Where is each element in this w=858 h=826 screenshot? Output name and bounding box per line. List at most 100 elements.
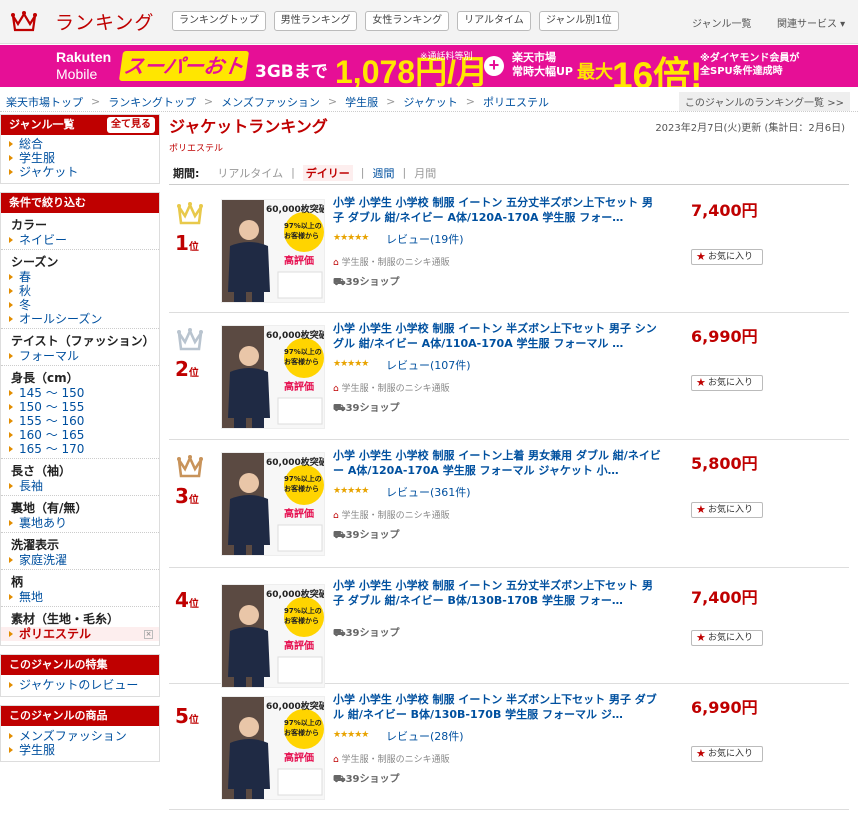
genre-ranking-list-link[interactable]: このジャンルのランキング一覧 >>	[678, 92, 850, 111]
crumb-rakuten-top[interactable]: 楽天市場トップ	[6, 94, 83, 110]
truck-icon: ⛟	[333, 628, 346, 639]
nav-genre-first[interactable]: ジャンル別1位	[538, 11, 619, 31]
shop-name[interactable]: ⌂ 学生服・制服のニシキ通販	[333, 752, 450, 765]
see-all-button[interactable]: 全て見る	[107, 117, 155, 133]
thumb-rate: 高評価	[284, 254, 314, 267]
promo-banner[interactable]: Rakuten Mobile スーパーおトク 3GBまで 1,078円/月 ※通…	[0, 45, 858, 87]
rank-crown-icon	[177, 327, 203, 351]
thumb-line1: 97%以上の	[284, 606, 322, 615]
product-title[interactable]: 小学 小学生 小学校 制服 イートン 半ズボン上下セット 男子 シングル 紺/ネ…	[333, 321, 663, 351]
banner-ichiba: 楽天市場 常時大幅UP	[512, 51, 573, 78]
product-title[interactable]: 小学 小学生 小学校 制服 イートン 五分丈半ズボン上下セット 男子 ダブル 紺…	[333, 195, 663, 225]
page-subtitle: ポリエステル	[169, 144, 224, 154]
thumb-sold-text: 60,000枚突破	[266, 203, 325, 215]
review-link[interactable]: レビュー(19件)	[386, 231, 464, 247]
plus-icon: +	[484, 56, 504, 76]
rating-stars-icon: ★★★★★	[333, 730, 369, 740]
thumb-line2: お客様から	[284, 484, 319, 493]
shop-name[interactable]: ⌂ 学生服・制服のニシキ通販	[333, 381, 450, 394]
divider	[1, 606, 159, 607]
product-thumbnail[interactable]: 60,000枚突破 97%以上の お客様から 高評価	[221, 452, 325, 556]
filter-option[interactable]: 145 ～ 150	[1, 386, 159, 400]
filter-option[interactable]: 無地	[1, 590, 159, 604]
thumb-line2: お客様から	[284, 616, 319, 625]
filter-option[interactable]: 秋	[1, 284, 159, 298]
shipping-badge: ⛟39ショップ	[333, 403, 400, 414]
review-link[interactable]: レビュー(361件)	[386, 484, 471, 500]
product-genre-item[interactable]: メンズファッション	[1, 729, 159, 743]
filter-option[interactable]: ネイビー	[1, 233, 159, 247]
product-price: 7,400円	[691, 588, 758, 607]
favorite-button[interactable]: お気に入り	[691, 746, 763, 762]
rank-number: 4位	[175, 588, 199, 612]
filter-option[interactable]: 長袖	[1, 479, 159, 493]
shop-name[interactable]: ⌂ 学生服・制服のニシキ通販	[333, 508, 450, 521]
banner-brand-sub: Mobile	[56, 66, 98, 82]
period-weekly[interactable]: 週間	[373, 165, 395, 181]
favorite-button[interactable]: お気に入り	[691, 375, 763, 391]
banner-multiplier: 16倍!	[612, 55, 703, 87]
banner-data: 3GBまで	[255, 62, 328, 82]
genre-item[interactable]: ジャケット	[1, 165, 159, 179]
genre-item[interactable]: 学生服	[1, 151, 159, 165]
genre-item[interactable]: 総合	[1, 137, 159, 151]
feature-item[interactable]: ジャケットのレビュー	[1, 678, 159, 692]
crumb-ranking-top[interactable]: ランキングトップ	[108, 94, 196, 110]
review-link[interactable]: レビュー(28件)	[386, 728, 464, 744]
thumb-line2: お客様から	[284, 357, 319, 366]
shop-icon: ⌂	[333, 755, 339, 765]
filter-option[interactable]: 春	[1, 270, 159, 284]
related-services-link[interactable]: 関連サービス ▾	[777, 15, 845, 30]
product-thumbnail[interactable]: 60,000枚突破 97%以上の お客様から 高評価	[221, 325, 325, 429]
product-genre-item[interactable]: 学生服	[1, 743, 159, 757]
filter-option[interactable]: 裏地あり	[1, 516, 159, 530]
filter-category: 洗濯表示	[11, 538, 60, 552]
rank-number: 3位	[175, 484, 199, 508]
nav-male[interactable]: 男性ランキング	[273, 11, 358, 31]
product-title[interactable]: 小学 小学生 小学校 制服 イートン上着 男女兼用 ダブル 紺/ネイビー A体/…	[333, 448, 663, 478]
product-thumbnail[interactable]: 60,000枚突破 97%以上の お客様から 高評価	[221, 584, 325, 688]
nav-realtime[interactable]: リアルタイム	[457, 11, 531, 31]
thumb-sold-text: 60,000枚突破	[266, 588, 325, 600]
product-thumbnail[interactable]: 60,000枚突破 97%以上の お客様から 高評価	[221, 696, 325, 800]
period-daily[interactable]: デイリー	[302, 164, 353, 181]
filter-option[interactable]: オールシーズン	[1, 312, 159, 326]
filter-option[interactable]: 155 ～ 160	[1, 414, 159, 428]
filter-option[interactable]: 160 ～ 165	[1, 428, 159, 442]
filter-option[interactable]: フォーマル	[1, 349, 159, 363]
crumb-uniform[interactable]: 学生服	[345, 94, 378, 110]
nav-ranking-top[interactable]: ランキングトップ	[172, 11, 266, 31]
crumb-jacket[interactable]: ジャケット	[403, 94, 457, 110]
truck-icon: ⛟	[333, 774, 346, 785]
filter-category: 素材（生地・毛糸）	[11, 612, 120, 626]
shop-icon: ⌂	[333, 258, 339, 268]
rank-crown-icon	[177, 201, 203, 225]
product-title[interactable]: 小学 小学生 小学校 制服 イートン 五分丈半ズボン上下セット 男子 ダブル 紺…	[333, 578, 663, 608]
favorite-button[interactable]: お気に入り	[691, 249, 763, 265]
filter-option[interactable]: ポリエステル ×	[1, 627, 159, 641]
top-nav: ランキングトップ 男性ランキング 女性ランキング リアルタイム ジャンル別1位	[172, 11, 627, 31]
crumb-polyester[interactable]: ポリエステル	[483, 94, 549, 110]
filter-option[interactable]: 冬	[1, 298, 159, 312]
genre-list-link[interactable]: ジャンル一覧	[692, 15, 752, 30]
remove-filter-icon[interactable]: ×	[144, 630, 153, 639]
favorite-button[interactable]: お気に入り	[691, 502, 763, 518]
shop-name[interactable]: ⌂ 学生服・制服のニシキ通販	[333, 255, 450, 268]
filter-option[interactable]: 150 ～ 155	[1, 400, 159, 414]
genre-box: ジャンル一覧 全て見る 総合 学生服 ジャケット	[0, 114, 160, 184]
update-date: 2023年2月7日(火)更新 (集計日：2月6日)	[655, 123, 845, 134]
product-title[interactable]: 小学 小学生 小学校 制服 イートン 半ズボン上下セット 男子 ダブル 紺/ネイ…	[333, 692, 663, 722]
nav-female[interactable]: 女性ランキング	[365, 11, 450, 31]
ranking-logo[interactable]: ランキング	[10, 8, 154, 35]
filter-option[interactable]: 165 ～ 170	[1, 442, 159, 456]
period-realtime[interactable]: リアルタイム	[217, 165, 283, 181]
page-logo-text: ランキング	[55, 12, 155, 34]
crumb-mens-fashion[interactable]: メンズファッション	[221, 94, 320, 110]
review-link[interactable]: レビュー(107件)	[386, 357, 471, 373]
period-monthly[interactable]: 月間	[414, 165, 436, 181]
thumb-line2: お客様から	[284, 728, 319, 737]
sidebar: ジャンル一覧 全て見る 総合 学生服 ジャケット 条件で絞り込む カラー ネイビーシ…	[0, 114, 160, 770]
filter-option[interactable]: 家庭洗濯	[1, 553, 159, 567]
product-thumbnail[interactable]: 60,000枚突破 97%以上の お客様から 高評価	[221, 199, 325, 303]
favorite-button[interactable]: お気に入り	[691, 630, 763, 646]
